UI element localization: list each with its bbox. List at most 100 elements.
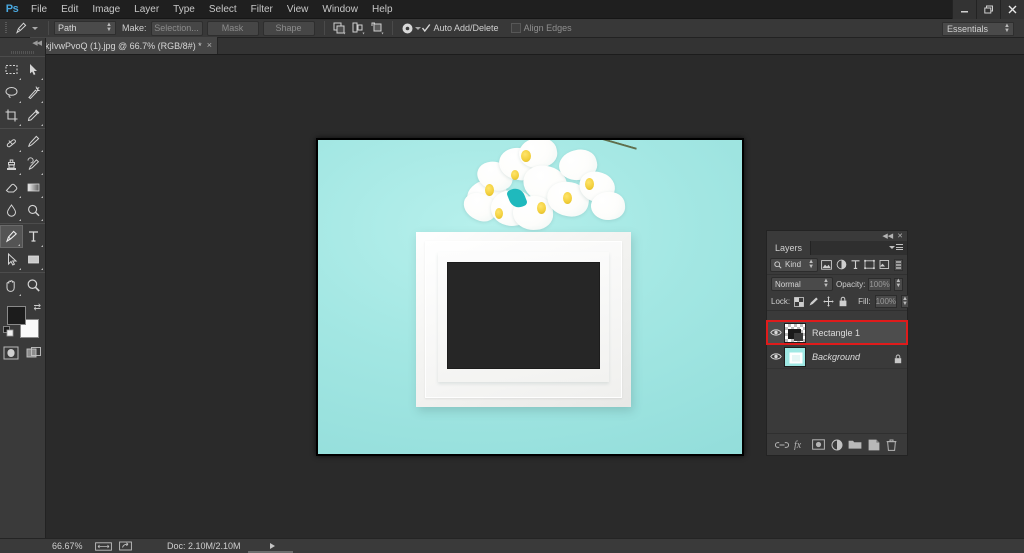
menu-item-help[interactable]: Help — [365, 0, 400, 19]
history-brush-tool[interactable] — [23, 153, 46, 176]
link-layers-icon[interactable] — [775, 437, 790, 453]
blur-tool[interactable] — [0, 199, 23, 222]
menu-item-filter[interactable]: Filter — [244, 0, 280, 19]
layer-visibility-toggle[interactable] — [767, 352, 784, 361]
pen-tool[interactable] — [0, 225, 23, 248]
workspace-switcher[interactable]: Essentials ▲ ▼ — [942, 22, 1014, 36]
path-operations-icon[interactable] — [330, 20, 349, 37]
layer-visibility-toggle[interactable] — [767, 328, 784, 337]
table-row[interactable]: Background — [767, 345, 907, 369]
eraser-tool[interactable] — [0, 176, 23, 199]
menu-item-view[interactable]: View — [280, 0, 316, 19]
tool-flyout-corner-icon — [18, 294, 21, 296]
tools-drag-handle[interactable] — [0, 48, 45, 56]
panel-menu-icon[interactable] — [889, 244, 903, 250]
table-row[interactable]: Rectangle 1 — [766, 320, 908, 345]
tool-flyout-corner-icon — [41, 245, 43, 247]
opacity-value[interactable]: 100% — [868, 277, 891, 291]
swap-colors-icon[interactable]: ⇄ — [33, 302, 41, 313]
blend-mode-select[interactable]: Normal ▲ ▼ — [771, 277, 833, 291]
tool-preset-caret-icon — [32, 26, 38, 30]
menu-item-select[interactable]: Select — [202, 0, 244, 19]
layer-name[interactable]: Rectangle 1 — [812, 328, 860, 338]
layer-name[interactable]: Background — [812, 352, 860, 362]
gradient-tool[interactable] — [23, 176, 46, 199]
close-button[interactable] — [1000, 0, 1024, 19]
quick-mask-icon[interactable] — [0, 342, 23, 364]
lock-all-icon[interactable] — [838, 295, 848, 309]
move-tool[interactable] — [23, 58, 46, 81]
options-bar-grip[interactable] — [2, 19, 10, 38]
tab-layers[interactable]: Layers — [767, 241, 812, 255]
filter-shape-icon[interactable] — [864, 258, 876, 272]
layer-style-fx-icon[interactable]: fx — [793, 437, 807, 453]
menu-item-layer[interactable]: Layer — [127, 0, 166, 19]
menu-item-window[interactable]: Window — [315, 0, 365, 19]
filter-kind-select[interactable]: Kind ▲ ▼ — [770, 257, 819, 272]
hand-tool[interactable] — [0, 274, 23, 297]
document-dimensions-icon[interactable] — [95, 541, 112, 551]
filter-adjustment-icon[interactable] — [835, 258, 846, 272]
layers-list[interactable]: Rectangle 1 Background — [766, 320, 908, 433]
default-colors-icon[interactable] — [3, 324, 14, 342]
document-tab[interactable]: GkjIvwPvoQ (1).jpg @ 66.7% (RGB/8#) * × — [30, 37, 218, 54]
tool-preset-picker[interactable] — [10, 20, 43, 36]
delete-layer-icon[interactable] — [885, 437, 899, 453]
path-arrangement-icon[interactable] — [368, 20, 387, 37]
new-group-icon[interactable] — [848, 437, 862, 453]
fill-value[interactable]: 100% — [874, 295, 898, 308]
magic-wand-tool[interactable] — [23, 81, 46, 104]
add-layer-mask-icon[interactable] — [812, 437, 826, 453]
crop-tool[interactable] — [0, 104, 23, 127]
auto-add-delete-checkbox[interactable] — [421, 23, 431, 33]
collapse-icon[interactable]: ◀◀ — [882, 233, 893, 240]
eyedropper-tool[interactable] — [23, 104, 46, 127]
layer-thumbnail[interactable] — [784, 346, 806, 367]
workspace-value: Essentials — [947, 24, 989, 34]
foreground-color-swatch[interactable] — [7, 306, 26, 325]
filter-enable-toggle[interactable] — [893, 258, 904, 272]
new-layer-icon[interactable] — [867, 437, 881, 453]
lock-position-icon[interactable] — [823, 295, 834, 309]
new-adjustment-layer-icon[interactable] — [830, 437, 844, 453]
zoom-level-value[interactable]: 66.67% — [52, 541, 88, 551]
filter-type-icon[interactable] — [850, 258, 861, 272]
make-mask-button[interactable]: Mask — [206, 20, 259, 36]
lock-image-pixels-icon[interactable] — [808, 295, 819, 309]
menu-item-image[interactable]: Image — [85, 0, 127, 19]
make-shape-button[interactable]: Shape — [262, 20, 315, 36]
zoom-tool[interactable] — [23, 274, 46, 297]
zoom-region-tool[interactable] — [23, 199, 46, 222]
clone-stamp-tool[interactable] — [0, 153, 23, 176]
make-selection-button[interactable]: Selection... — [150, 20, 203, 36]
close-icon[interactable]: × — [207, 41, 212, 50]
opacity-stepper[interactable]: ▲ ▼ — [893, 277, 903, 291]
status-bar-expand-icon[interactable] — [269, 543, 275, 549]
tool-flyout-corner-icon — [41, 150, 43, 152]
tools-collapse-icon[interactable]: ◀◀ — [0, 38, 45, 48]
minimize-button[interactable] — [952, 0, 976, 19]
menu-item-file[interactable]: File — [24, 0, 54, 19]
menu-item-type[interactable]: Type — [166, 0, 202, 19]
filter-smart-object-icon[interactable] — [878, 258, 889, 272]
screen-mode-icon[interactable] — [23, 342, 46, 364]
align-edges-checkbox[interactable] — [510, 23, 521, 33]
layer-thumbnail[interactable] — [784, 322, 806, 343]
close-icon[interactable]: ✕ — [897, 233, 903, 240]
rectangle-shape-tool[interactable] — [23, 248, 46, 271]
path-alignment-icon[interactable] — [349, 20, 368, 37]
filter-pixel-icon[interactable] — [821, 258, 833, 272]
share-icon[interactable] — [119, 541, 132, 551]
lasso-tool[interactable] — [0, 81, 23, 104]
restore-button[interactable] — [976, 0, 1000, 19]
pen-mode-select[interactable]: Path ▲ ▼ — [54, 21, 116, 35]
brush-tool[interactable] — [23, 130, 46, 153]
horizontal-type-tool[interactable] — [23, 225, 45, 248]
path-selection-tool[interactable] — [0, 248, 23, 271]
menu-item-edit[interactable]: Edit — [54, 0, 85, 19]
spot-healing-brush-tool[interactable] — [0, 130, 23, 153]
fill-stepper[interactable]: ▲ ▼ — [901, 295, 909, 308]
document-canvas[interactable] — [316, 138, 744, 456]
rectangular-marquee-tool[interactable] — [0, 58, 23, 81]
lock-transparent-pixels-icon[interactable] — [794, 295, 805, 309]
